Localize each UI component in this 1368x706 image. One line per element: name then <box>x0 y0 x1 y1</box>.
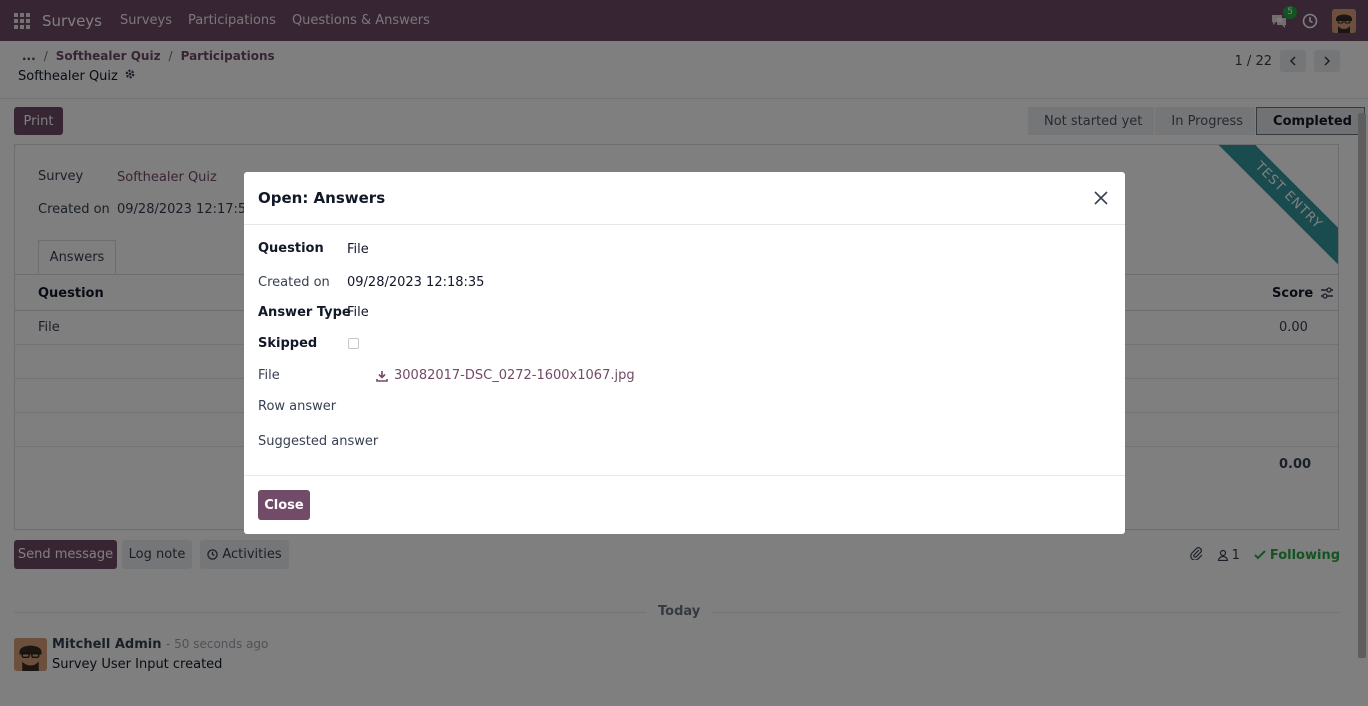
row-answer-label: Row answer <box>258 399 337 414</box>
file-download-link[interactable]: 30082017-DSC_0272-1600x1067.jpg <box>376 368 635 383</box>
file-name: 30082017-DSC_0272-1600x1067.jpg <box>394 368 635 383</box>
dialog-title: Open: Answers <box>258 189 386 207</box>
close-button[interactable]: Close <box>258 490 310 520</box>
dialog-header: Open: Answers <box>244 172 1125 225</box>
answer-type-label: Answer Type <box>258 305 351 320</box>
download-icon <box>376 370 388 382</box>
dialog-footer: Close <box>244 475 1125 534</box>
question-label: Question <box>258 241 324 256</box>
close-icon[interactable] <box>1091 188 1111 208</box>
file-label: File <box>258 368 280 383</box>
skipped-checkbox[interactable] <box>348 338 359 349</box>
skipped-label: Skipped <box>258 336 318 351</box>
answer-type-value: File <box>347 305 369 320</box>
created-on-value: 09/28/2023 12:18:35 <box>347 275 485 290</box>
answers-dialog: Open: Answers Question File Created on 0… <box>244 172 1125 534</box>
question-value[interactable]: File <box>347 242 369 257</box>
created-on-label: Created on <box>258 275 330 290</box>
suggested-answer-label: Suggested answer <box>258 434 379 449</box>
